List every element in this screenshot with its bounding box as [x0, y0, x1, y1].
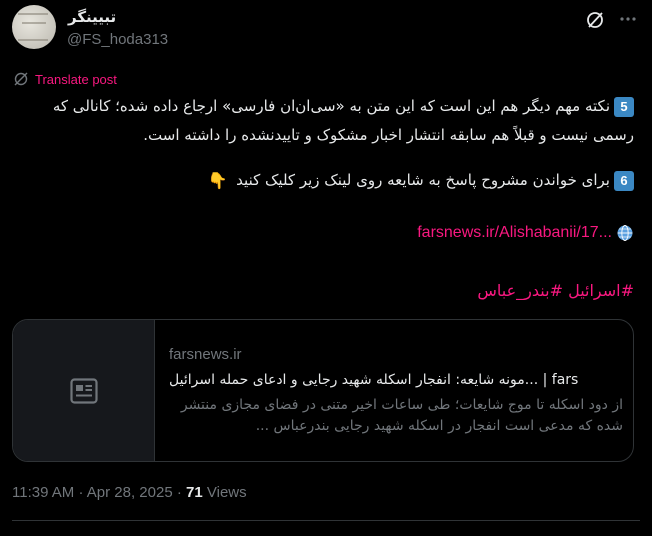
author-display-name[interactable]: تبیینگر	[68, 8, 116, 26]
number-badge-5: 5	[614, 96, 634, 117]
divider	[12, 520, 640, 521]
article-icon	[70, 378, 98, 404]
avatar[interactable]	[12, 5, 56, 49]
meta-separator: ·	[78, 484, 84, 501]
avatar-pattern	[18, 13, 48, 41]
views-count[interactable]: 71	[186, 484, 203, 501]
globe-icon	[617, 225, 633, 241]
number-badge-6: 6	[614, 170, 634, 191]
card-thumbnail[interactable]	[13, 320, 155, 461]
post-date[interactable]: Apr 28, 2025	[87, 484, 173, 501]
more-options-icon[interactable]	[617, 8, 639, 30]
link-preview-card[interactable]: farsnews.ir fars | ...مونه شایعه: انفجار…	[12, 319, 634, 462]
meta-separator-2: ·	[176, 484, 182, 501]
post-link-line: farsnews.ir/Alishabanii/17...	[12, 224, 634, 242]
post-body: 5نکته مهم دیگر هم این است که این متن به …	[12, 92, 634, 195]
views-label: Views	[206, 484, 247, 501]
post-hashtags[interactable]: #اسرائیل #بندر_عباس	[12, 281, 634, 300]
grok-icon[interactable]	[585, 10, 605, 30]
author-handle[interactable]: @FS_hoda313	[67, 31, 168, 48]
post-paragraph-1: 5نکته مهم دیگر هم این است که این متن به …	[12, 92, 634, 150]
card-title: fars | ...مونه شایعه: انفجار اسکله شهید …	[169, 372, 579, 388]
pointing-down-icon: 👇	[207, 171, 228, 190]
translate-post-link[interactable]: Translate post	[35, 72, 117, 87]
translate-icon	[14, 72, 28, 86]
post-meta: 11:39 AM · Apr 28, 2025 · 71 Views	[12, 484, 247, 501]
card-description: از دود اسکله تا موج شایعات؛ طی ساعات اخی…	[180, 397, 623, 434]
post-paragraph-2: 6برای خواندن مشروح پاسخ به شایعه روی لین…	[12, 166, 634, 195]
post-link[interactable]: farsnews.ir/Alishabanii/17...	[417, 224, 612, 241]
post-time[interactable]: 11:39 AM	[12, 484, 74, 501]
post-line-2: برای خواندن مشروح پاسخ به شایعه روی لینک…	[236, 171, 610, 189]
post-line-1: نکته مهم دیگر هم این است که این متن به «…	[52, 97, 634, 144]
avatar-pattern-line	[22, 22, 46, 24]
card-domain: farsnews.ir	[169, 346, 242, 363]
